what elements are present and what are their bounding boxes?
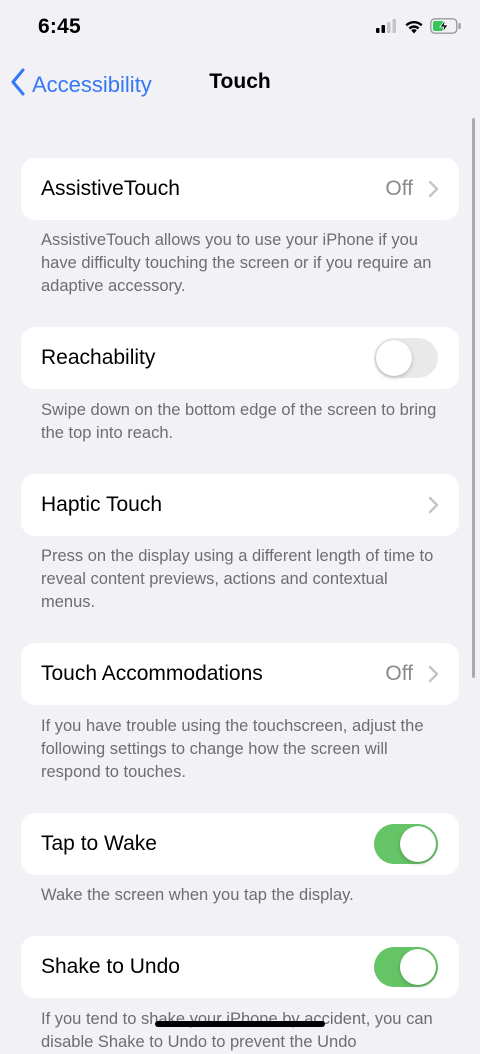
tap-to-wake-toggle[interactable]: [374, 824, 438, 864]
status-time: 6:45: [38, 15, 81, 38]
shake-to-undo-footer: If you tend to shake your iPhone by acci…: [41, 1010, 433, 1051]
assistivetouch-row[interactable]: AssistiveTouch Off: [21, 158, 459, 220]
chevron-right-icon: [427, 496, 439, 514]
haptic-touch-row[interactable]: Haptic Touch: [21, 474, 459, 536]
chevron-right-icon: [427, 180, 439, 198]
row-value: Off: [385, 177, 413, 200]
touch-accommodations-footer: If you have trouble using the touchscree…: [41, 717, 424, 781]
row-label: Haptic Touch: [41, 493, 163, 516]
battery-charging-icon: [430, 18, 462, 39]
status-icons: [376, 18, 462, 39]
row-label: Touch Accommodations: [41, 662, 263, 685]
assistivetouch-footer: AssistiveTouch allows you to use your iP…: [41, 231, 432, 295]
reachability-row: Reachability: [21, 327, 459, 389]
row-label: AssistiveTouch: [41, 177, 180, 200]
toggle-knob: [400, 949, 436, 985]
tap-to-wake-row: Tap to Wake: [21, 813, 459, 875]
reachability-footer: Swipe down on the bottom edge of the scr…: [41, 401, 437, 442]
tap-to-wake-footer: Wake the screen when you tap the display…: [41, 886, 354, 904]
shake-to-undo-row: Shake to Undo: [21, 936, 459, 998]
row-label: Tap to Wake: [41, 832, 157, 855]
home-indicator[interactable]: [155, 1021, 325, 1027]
toggle-knob: [400, 826, 436, 862]
wifi-icon: [404, 19, 424, 39]
scroll-indicator[interactable]: [472, 118, 475, 678]
row-value: Off: [385, 662, 413, 685]
cellular-signal-icon: [376, 19, 398, 38]
shake-to-undo-toggle[interactable]: [374, 947, 438, 987]
touch-accommodations-row[interactable]: Touch Accommodations Off: [21, 643, 459, 705]
navigation-bar: Accessibility Touch: [0, 58, 480, 110]
row-label: Shake to Undo: [41, 955, 180, 978]
toggle-knob: [376, 340, 412, 376]
row-label: Reachability: [41, 346, 156, 369]
status-bar: 6:45: [0, 0, 480, 58]
page-title: Touch: [209, 70, 271, 93]
haptic-touch-footer: Press on the display using a different l…: [41, 547, 434, 611]
reachability-toggle[interactable]: [374, 338, 438, 378]
chevron-right-icon: [427, 665, 439, 683]
